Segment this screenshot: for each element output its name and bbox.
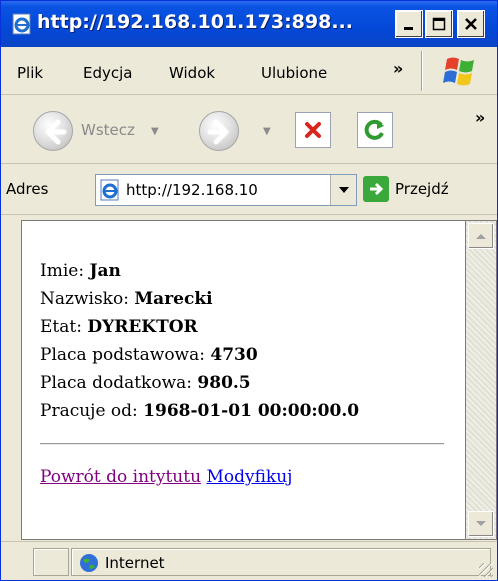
go-label[interactable]: Przejdź [395, 180, 449, 198]
value-pracuje-od: 1968-01-01 00:00:00.0 [143, 401, 360, 421]
value-placa-podstawowa: 4730 [210, 345, 258, 365]
internet-globe-icon [80, 554, 98, 572]
menu-item-ulubione[interactable]: Ulubione [261, 64, 327, 82]
back-label[interactable]: Wstecz [81, 121, 135, 139]
field-etat: Etat: DYREKTOR [40, 317, 198, 337]
page-favicon-icon [100, 179, 119, 201]
back-button[interactable] [33, 111, 73, 151]
vertical-scrollbar[interactable] [466, 220, 497, 540]
value-etat: DYREKTOR [87, 317, 198, 337]
address-label: Adres [6, 180, 49, 198]
address-dropdown-button[interactable] [330, 175, 356, 205]
scroll-up-icon [476, 234, 486, 239]
go-arrow-icon [370, 182, 384, 196]
go-button[interactable] [363, 176, 389, 202]
close-icon [465, 18, 477, 30]
ie-page-icon [12, 13, 31, 35]
scroll-down-button[interactable] [468, 511, 494, 537]
page-links: Powrót do intytutu Modyfikuj [40, 467, 292, 487]
refresh-button[interactable] [357, 112, 393, 148]
toolbar-more-chevron[interactable]: » [475, 108, 485, 127]
back-dropdown-icon[interactable]: ▼ [151, 126, 159, 137]
resize-grip[interactable] [479, 563, 493, 577]
modify-link[interactable]: Modyfikuj [206, 467, 292, 487]
minimize-icon [404, 27, 413, 30]
status-pane-empty [33, 548, 69, 576]
field-placa-dodatkowa: Placa dodatkowa: 980.5 [40, 373, 251, 393]
menu-item-widok[interactable]: Widok [169, 64, 215, 82]
menu-more-chevron[interactable]: » [393, 59, 403, 78]
value-nazwisko: Marecki [134, 289, 213, 309]
field-imie: Imie: Jan [40, 261, 121, 281]
field-placa-podstawowa: Placa podstawowa: 4730 [40, 345, 258, 365]
title-bar[interactable]: http://192.168.101.173:898... [1, 1, 497, 47]
close-button[interactable] [457, 10, 485, 38]
back-to-institute-link[interactable]: Powrót do intytutu [40, 467, 201, 487]
status-zone-text: Internet [105, 554, 165, 572]
employee-details: Imie: Jan Nazwisko: Marecki Etat: DYREKT… [40, 257, 359, 425]
value-imie: Jan [89, 261, 121, 281]
toolbar: Wstecz ▼ ▼ » [1, 96, 497, 164]
forward-button[interactable] [199, 111, 239, 151]
address-url[interactable]: http://192.168.10 [126, 181, 310, 199]
page-content: Imie: Jan Nazwisko: Marecki Etat: DYREKT… [21, 220, 466, 540]
minimize-button[interactable] [395, 10, 423, 38]
chevron-down-icon [338, 187, 349, 193]
stop-button[interactable] [295, 112, 331, 148]
address-input[interactable]: http://192.168.10 [95, 174, 357, 206]
value-placa-dodatkowa: 980.5 [197, 373, 251, 393]
maximize-icon [432, 17, 446, 31]
back-arrow-icon [45, 119, 67, 145]
forward-arrow-icon [207, 119, 229, 145]
menu-bar: Plik Edycja Widok Ulubione » [1, 47, 497, 95]
address-bar: Adres http://192.168.10 Przejdź [1, 165, 497, 215]
stop-icon [305, 122, 321, 138]
scroll-down-icon [476, 521, 486, 526]
window-title: http://192.168.101.173:898... [37, 11, 353, 33]
field-pracuje-od: Pracuje od: 1968-01-01 00:00:00.0 [40, 401, 360, 421]
maximize-button[interactable] [425, 10, 453, 38]
browser-window: http://192.168.101.173:898... Plik Edycj… [0, 0, 498, 581]
forward-dropdown-icon[interactable]: ▼ [263, 126, 271, 137]
menu-item-edycja[interactable]: Edycja [83, 64, 132, 82]
windows-logo-icon [443, 57, 474, 86]
field-nazwisko: Nazwisko: Marecki [40, 289, 213, 309]
menu-separator [421, 51, 423, 91]
scroll-up-button[interactable] [468, 223, 494, 249]
refresh-icon [364, 119, 384, 140]
status-bar: Internet [1, 541, 497, 580]
horizontal-rule [40, 443, 444, 445]
menu-item-plik[interactable]: Plik [17, 64, 43, 82]
